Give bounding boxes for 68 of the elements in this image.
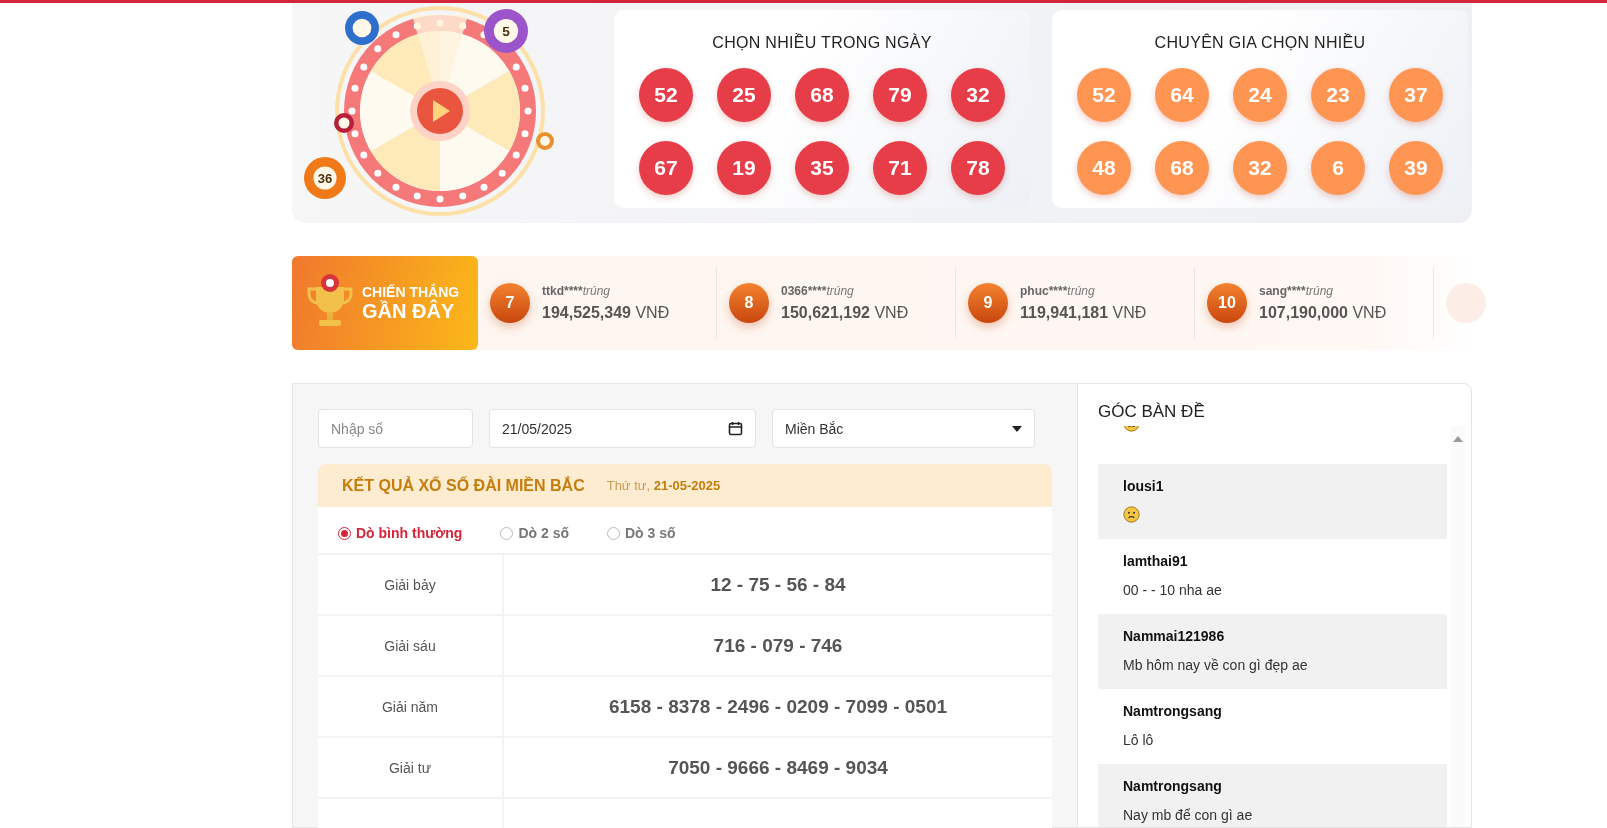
number-ball: 6 (1311, 141, 1365, 195)
user-name: lamthai91 (1123, 553, 1189, 569)
number-ball: 78 (951, 141, 1005, 195)
card-title: CHỌN NHIỀU TRONG NGÀY (712, 34, 932, 52)
message-text: Nay mb để con gì ae (1123, 807, 1254, 823)
scrollbar[interactable] (1451, 426, 1465, 827)
number-ball: 68 (1155, 141, 1209, 195)
number-ball: 52 (1077, 68, 1131, 122)
chat-title: GÓC BÀN ĐỀ (1098, 402, 1206, 422)
number-ball: 37 (1389, 68, 1443, 122)
calendar-icon[interactable] (728, 421, 743, 436)
badge-title: GẦN ĐÂY (362, 299, 456, 323)
number-ball: 48 (1077, 141, 1131, 195)
number-ball: 32 (1233, 141, 1287, 195)
number-ball: 19 (717, 141, 771, 195)
prize-numbers: 716 - 079 - 746 (504, 616, 1052, 675)
scroll-up-arrow-icon[interactable] (1453, 436, 1463, 442)
rank-badge: 7 (490, 283, 530, 323)
number-ball: 39 (1389, 141, 1443, 195)
winner-name: 0366****trúng (781, 284, 855, 298)
message-text: Lô lô (1123, 732, 1155, 748)
prize-name: Giải bảy (318, 555, 502, 614)
user-name: Nammai121986 (1123, 628, 1226, 644)
region-select[interactable]: Miền Bắc (772, 409, 1035, 448)
rank-badge: 9 (968, 283, 1008, 323)
user-name: Namtrongsang (1123, 703, 1223, 719)
card-title: CHUYÊN GIA CHỌN NHIỀU (1154, 34, 1366, 52)
winner-name: ttkd****trúng (542, 284, 612, 298)
prize-numbers: 12 - 75 - 56 - 84 (504, 555, 1052, 614)
number-ball: 23 (1311, 68, 1365, 122)
winner-name: sang****trúng (1259, 284, 1335, 298)
rank-badge (1446, 283, 1486, 323)
results-title: KẾT QUẢ XỔ SỐ ĐÀI MIỀN BẮC (342, 476, 585, 495)
number-ball: 71 (873, 141, 927, 195)
date-field[interactable]: 21/05/2025 (489, 409, 756, 448)
number-ball: 67 (639, 141, 693, 195)
rank-badge: 10 (1207, 283, 1247, 323)
number-ball: 35 (795, 141, 849, 195)
draw-date: Thứ tư, 21-05-2025 (606, 478, 721, 493)
user-name: Namtrongsang (1123, 778, 1223, 794)
number-ball: 24 (1233, 68, 1287, 122)
prize-name: Giải năm (318, 677, 502, 736)
radio-option[interactable]: Dò 3 số (607, 525, 676, 541)
message-text: 00 - - 10 nha ae (1123, 582, 1223, 598)
number-input[interactable]: Nhập số (318, 409, 473, 448)
user-name: lousi1 (1123, 478, 1165, 494)
number-ball: 79 (873, 68, 927, 122)
number-ball: 32 (951, 68, 1005, 122)
prize-wheel-drawing: 5 36 (304, 6, 554, 216)
radio-option[interactable]: Dò bình thường (338, 525, 463, 541)
prize-name: Giải sáu (318, 616, 502, 675)
winner-name: phuc****trúng (1020, 284, 1096, 298)
number-ball: 25 (717, 68, 771, 122)
radio-option[interactable]: Dò 2 số (500, 525, 569, 541)
number-ball: 64 (1155, 68, 1209, 122)
win-amount: 107,190,000 VNĐ (1259, 304, 1387, 322)
badge-title: CHIẾN THẮNG (362, 283, 460, 300)
win-amount: 150,621,192 VNĐ (781, 304, 909, 322)
number-ball: 52 (639, 68, 693, 122)
win-amount: 194,525,349 VNĐ (542, 304, 670, 322)
prize-numbers: 7050 - 9666 - 8469 - 9034 (504, 738, 1052, 797)
rank-badge: 8 (729, 283, 769, 323)
prize-numbers: 6158 - 8378 - 2496 - 0209 - 7099 - 0501 (504, 677, 1052, 736)
caret-icon (1012, 425, 1022, 432)
prize-name: Giải tư (318, 738, 502, 797)
message-text: Mb hôm nay về con gì đẹp ae (1123, 657, 1309, 673)
win-amount: 119,941,181 VNĐ (1020, 304, 1147, 322)
number-ball: 68 (795, 68, 849, 122)
